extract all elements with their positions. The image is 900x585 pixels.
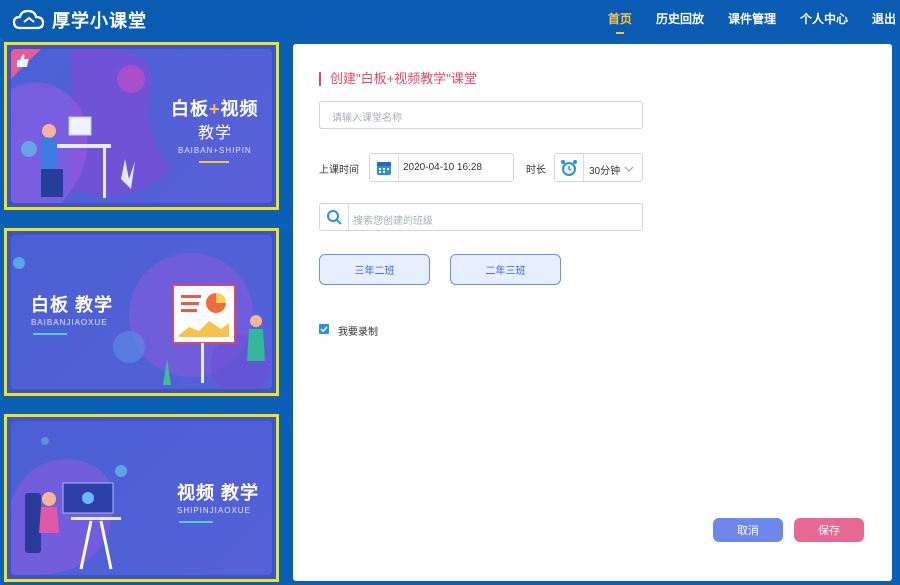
- record-label: 我要录制: [338, 327, 378, 338]
- card-underline: [199, 161, 229, 163]
- card-title-part: 视频: [220, 99, 259, 119]
- nav-courseware-management[interactable]: 课件管理: [728, 0, 776, 40]
- create-classroom-panel: 创建"白板+视频教学"课堂 请输入课堂名称 上课时间 2020-04-10 16…: [293, 44, 892, 581]
- thumbs-up-icon: [11, 49, 41, 79]
- mode-card-whiteboard[interactable]: 白板 教学 BAIBANJIAOXUE: [4, 228, 279, 396]
- card-subtitle: BAIBANJIAOXUE: [31, 318, 108, 327]
- card-underline: [179, 521, 213, 523]
- duration-value: 30分钟: [589, 166, 621, 177]
- section-title: 创建"白板+视频教学"课堂: [319, 72, 477, 86]
- start-time-value: 2020-04-10 16:28: [403, 162, 482, 173]
- app-logo[interactable]: 厚学小课堂: [12, 7, 147, 33]
- card-underline: [33, 333, 67, 335]
- calendar-icon: [370, 154, 399, 181]
- start-time-label: 上课时间: [319, 165, 359, 176]
- nav-history-playback[interactable]: 历史回放: [656, 0, 704, 40]
- app-name: 厚学小课堂: [52, 11, 147, 31]
- card-subtitle: BAIBAN+SHIPIN: [178, 146, 252, 155]
- cancel-button[interactable]: 取消: [713, 518, 783, 542]
- whiteboard-video-illustration: [11, 49, 171, 203]
- duration-select[interactable]: 30分钟: [554, 153, 643, 182]
- search-icon: [320, 204, 349, 230]
- chevron-down-icon: [624, 166, 634, 172]
- mode-card-video[interactable]: 视频 教学 SHIPINJIAOXUE: [4, 414, 279, 582]
- card-title-part: 白板: [171, 99, 209, 119]
- card-title: 白板 教学: [31, 295, 114, 315]
- start-time-picker[interactable]: 2020-04-10 16:28: [369, 153, 514, 182]
- save-button[interactable]: 保存: [794, 518, 864, 542]
- card-title: 白板+视频: [171, 95, 259, 121]
- nav-home[interactable]: 首页: [608, 0, 632, 40]
- nav-personal-center[interactable]: 个人中心: [800, 0, 848, 40]
- card-illustration: 白板+视频 教学 BAIBAN+SHIPIN: [11, 49, 272, 203]
- main-nav: 首页 历史回放 课件管理 个人中心 退出: [596, 0, 900, 40]
- class-search-placeholder: 搜索您创建的班级: [353, 216, 433, 227]
- card-title-line2: 教学: [198, 125, 233, 142]
- checkmark-icon: [320, 326, 328, 333]
- class-button-grade3-class2[interactable]: 三年二班: [319, 254, 430, 285]
- nav-logout[interactable]: 退出: [872, 0, 896, 40]
- cloud-logo-icon: [12, 9, 45, 30]
- alarm-clock-icon: [555, 154, 584, 181]
- classroom-name-placeholder: 请输入课堂名称: [332, 113, 402, 124]
- card-illustration: 视频 教学 SHIPINJIAOXUE: [11, 421, 272, 575]
- classroom-name-input[interactable]: 请输入课堂名称: [319, 101, 643, 129]
- card-title: 视频 教学: [177, 483, 260, 503]
- class-search-input[interactable]: 搜索您创建的班级: [319, 203, 643, 231]
- duration-label: 时长: [526, 165, 546, 176]
- card-subtitle: SHIPINJIAOXUE: [177, 506, 251, 515]
- card-title-plus: +: [209, 99, 221, 119]
- record-checkbox[interactable]: [319, 324, 329, 334]
- top-header: 厚学小课堂 首页 历史回放 课件管理 个人中心 退出: [0, 0, 900, 40]
- class-button-grade2-class3[interactable]: 二年三班: [450, 254, 561, 285]
- mode-card-whiteboard-video[interactable]: 白板+视频 教学 BAIBAN+SHIPIN: [4, 42, 279, 210]
- card-illustration: 白板 教学 BAIBANJIAOXUE: [11, 235, 272, 389]
